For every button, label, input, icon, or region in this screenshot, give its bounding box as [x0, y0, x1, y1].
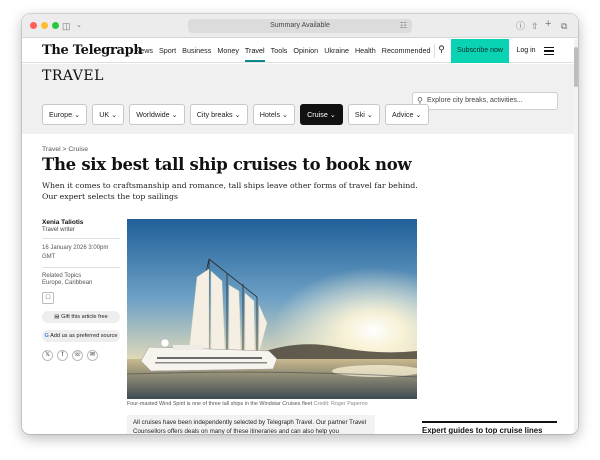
window-controls: [30, 22, 59, 29]
byline-column: Xenia Taliotis Travel writer 16 January …: [42, 219, 120, 361]
site-logo[interactable]: The Telegraph: [42, 43, 143, 58]
filter-label: City breaks: [196, 110, 233, 119]
nav-money[interactable]: Money: [217, 46, 239, 62]
related-topics[interactable]: Europe, Caribbean: [42, 280, 120, 286]
filter-label: Advice: [391, 110, 414, 119]
image-caption: Four-masted Wind Spirit is one of three …: [127, 401, 427, 407]
article-standfirst: When it comes to craftsmanship and roman…: [42, 181, 418, 201]
preferred-source-button[interactable]: G Add us as preferred source: [42, 330, 120, 342]
image-credit: Credit: Roger Paperno: [313, 401, 368, 407]
nav-opinion[interactable]: Opinion: [293, 46, 318, 62]
filter-label: Hotels: [259, 110, 281, 119]
filter-label: Ski: [354, 110, 365, 119]
hero-image: [127, 219, 417, 399]
filter-uk[interactable]: UK ⌄: [92, 104, 125, 125]
filter-advice[interactable]: Advice ⌄: [384, 104, 429, 125]
nav-recommended[interactable]: Recommended: [382, 46, 431, 62]
close-window-button[interactable]: [30, 22, 37, 29]
login-button[interactable]: Log in: [511, 39, 541, 63]
chevron-down-icon: ⌄: [366, 110, 373, 119]
chevron-down-icon: ⌄: [111, 110, 118, 119]
email-share-icon[interactable]: ✉: [87, 350, 98, 361]
affiliate-disclaimer: All cruises have been independently sele…: [127, 415, 375, 434]
address-bar-text: Summary Available: [270, 22, 330, 29]
menu-icon[interactable]: [544, 47, 554, 55]
travel-search-input[interactable]: ⚲ Explore city breaks, activities...: [412, 92, 558, 110]
chevron-down-icon: ⌄: [74, 110, 81, 119]
caption-text: Four-masted Wind Spirit is one of three …: [127, 401, 313, 407]
search-placeholder: Explore city breaks, activities...: [427, 97, 523, 104]
preferred-source-label: Add us as preferred source: [50, 333, 118, 339]
sidebar-icon[interactable]: ◫: [62, 20, 71, 32]
author-name[interactable]: Xenia Taliotis: [42, 219, 120, 226]
filter-hotels[interactable]: Hotels ⌄: [252, 104, 296, 125]
nav-tools[interactable]: Tools: [271, 46, 288, 62]
search-icon[interactable]: ⚲: [434, 44, 448, 58]
download-icon[interactable]: ⓘ: [516, 20, 525, 32]
filter-bar: Europe ⌄ UK ⌄ Worldwide ⌄ City breaks ⌄ …: [42, 104, 429, 125]
facebook-share-icon[interactable]: f: [57, 350, 68, 361]
page-scrollbar[interactable]: [574, 39, 578, 434]
nav-news[interactable]: News: [135, 46, 153, 62]
main-nav: News Sport Business Money Travel Tools O…: [135, 46, 431, 62]
related-topics-label: Related Topics: [42, 273, 82, 279]
tall-ship-photo: [127, 219, 417, 399]
zoom-window-button[interactable]: [52, 22, 59, 29]
share-icon[interactable]: ⇧: [531, 20, 539, 32]
chevron-down-icon: ⌄: [171, 110, 178, 119]
browser-titlebar: ◫ ⌄ Summary Available ☷ ⓘ ⇧ + ⧉: [22, 14, 578, 38]
gift-article-label: Gift this article free: [61, 314, 108, 320]
subscribe-button[interactable]: Subscribe now: [451, 39, 509, 63]
password-icon[interactable]: ☷: [400, 19, 407, 33]
filter-europe[interactable]: Europe ⌄: [42, 104, 88, 125]
sidebar-heading: Expert guides to top cruise lines: [422, 421, 557, 434]
tab-overview-icon[interactable]: ⧉: [561, 20, 567, 32]
chevron-down-icon: ⌄: [329, 110, 336, 119]
site-header: The Telegraph News Sport Business Money …: [22, 39, 574, 63]
travel-section-bar: TRAVEL ⚲ Explore city breaks, activities…: [22, 64, 574, 134]
filter-city-breaks[interactable]: City breaks ⌄: [189, 104, 248, 125]
publish-date: 16 January 2026 3:00pm GMT: [42, 245, 109, 260]
divider: [42, 238, 120, 239]
scrollbar-thumb[interactable]: [574, 47, 578, 87]
nav-sport[interactable]: Sport: [159, 46, 176, 62]
chevron-down-icon: ⌄: [415, 110, 422, 119]
gift-article-button[interactable]: ▤ Gift this article free: [42, 311, 120, 323]
bookmark-icon[interactable]: □: [42, 292, 54, 304]
filter-label: UK: [99, 110, 110, 119]
chevron-down-icon: ⌄: [234, 110, 241, 119]
article-headline: The six best tall ship cruises to book n…: [42, 155, 412, 174]
gift-icon: ▤: [54, 314, 60, 320]
breadcrumb[interactable]: Travel > Cruise: [42, 146, 88, 153]
filter-label: Worldwide: [136, 110, 170, 119]
google-icon: G: [44, 333, 49, 339]
minimize-window-button[interactable]: [41, 22, 48, 29]
section-title[interactable]: TRAVEL: [42, 68, 104, 84]
filter-label: Europe: [49, 110, 73, 119]
author-role: Travel writer: [42, 227, 75, 233]
nav-ukraine[interactable]: Ukraine: [324, 46, 349, 62]
divider: [42, 267, 120, 268]
filter-worldwide[interactable]: Worldwide ⌄: [129, 104, 185, 125]
filter-ski[interactable]: Ski ⌄: [347, 104, 380, 125]
address-bar[interactable]: Summary Available ☷: [188, 19, 412, 33]
nav-health[interactable]: Health: [355, 46, 376, 62]
nav-travel[interactable]: Travel: [244, 46, 265, 62]
browser-window: ◫ ⌄ Summary Available ☷ ⓘ ⇧ + ⧉ The Tele…: [22, 14, 578, 434]
filter-cruise[interactable]: Cruise ⌄: [300, 104, 343, 125]
share-buttons: 𝕏 f ☏ ✉: [42, 350, 120, 361]
x-share-icon[interactable]: 𝕏: [42, 350, 53, 361]
new-tab-icon[interactable]: +: [545, 18, 551, 30]
whatsapp-share-icon[interactable]: ☏: [72, 350, 83, 361]
web-page: The Telegraph News Sport Business Money …: [22, 39, 574, 434]
chevron-down-icon: ⌄: [282, 110, 289, 119]
chevron-down-icon[interactable]: ⌄: [76, 20, 82, 32]
filter-label: Cruise: [307, 110, 328, 119]
nav-business[interactable]: Business: [182, 46, 211, 62]
